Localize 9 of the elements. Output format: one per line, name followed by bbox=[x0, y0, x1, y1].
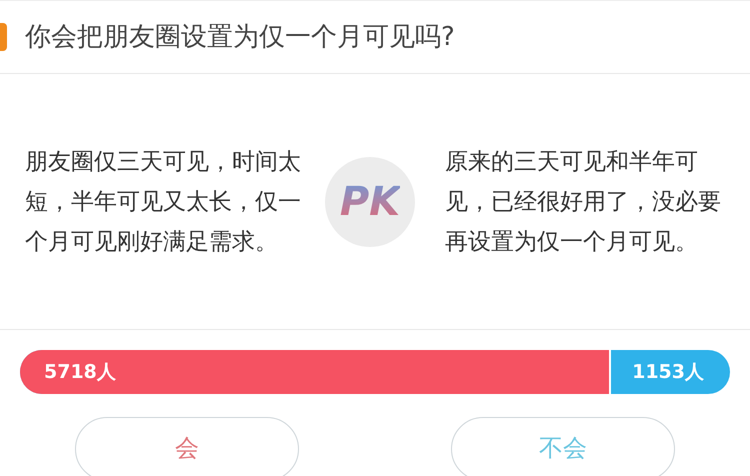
vote-button[interactable]: 会 bbox=[75, 417, 299, 476]
argument-text: 朋友圈仅三天可见，时间太短，半年可见又太长，仅一个月可见刚好满足需求。 bbox=[25, 148, 302, 256]
vote-button[interactable]: 不会 bbox=[451, 417, 675, 476]
question-title: 你会把朋友圈设置为仅一个月可见吗? bbox=[25, 20, 455, 54]
versus-badge: PK bbox=[325, 156, 415, 246]
argument-text: 原来的三天可见和半年可见，已经很好用了，没必要再设置为仅一个月可见。 bbox=[445, 148, 722, 256]
accent-bar bbox=[0, 23, 7, 51]
vote-count: 5718人 bbox=[44, 360, 116, 385]
vote-count: 1153人 bbox=[632, 360, 704, 385]
